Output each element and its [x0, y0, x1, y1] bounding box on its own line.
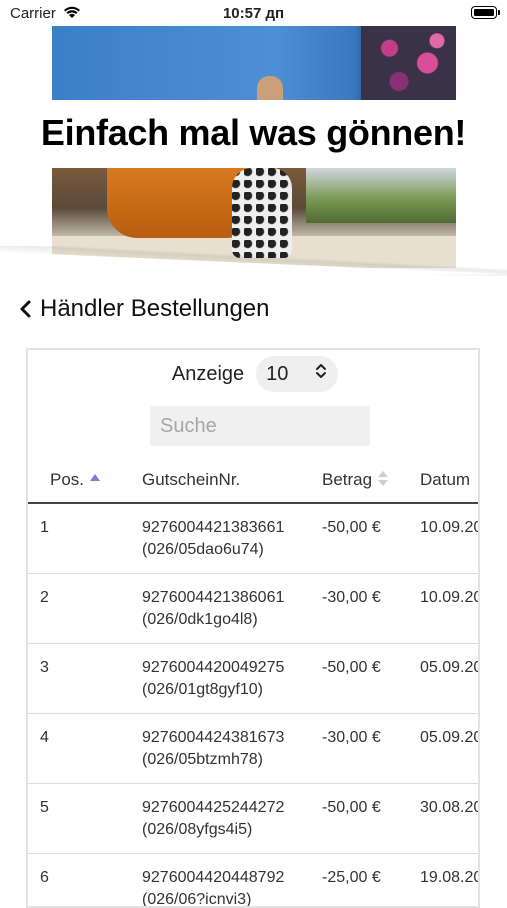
page-size-select[interactable]: 10: [256, 356, 338, 392]
back-button-label: Händler Bestellungen: [40, 295, 270, 323]
page-size-control: Anzeige 10: [28, 356, 480, 392]
cell-amount: -50,00 €: [322, 783, 420, 853]
column-header-voucher-number[interactable]: GutscheinNr.: [142, 458, 322, 503]
search-input[interactable]: [150, 406, 370, 446]
cell-pos: 5: [28, 783, 142, 853]
cell-date: 30.08.2023: [420, 783, 480, 853]
table-row[interactable]: 2 9276004421386061(026/0dk1go4l8) -30,00…: [28, 573, 480, 643]
cell-date: 10.09.2023: [420, 503, 480, 573]
cell-amount: -30,00 €: [322, 573, 420, 643]
table-row[interactable]: 5 9276004425244272(026/08yfgs4i5) -50,00…: [28, 783, 480, 853]
hero-title: Einfach mal was gönnen!: [0, 112, 507, 154]
flowers-decoration: [361, 26, 456, 100]
cell-pos: 4: [28, 713, 142, 783]
page-size-label: Anzeige: [172, 363, 244, 386]
column-header-voucher-number-label: GutscheinNr.: [142, 470, 240, 489]
cell-date: 05.09.2023: [420, 643, 480, 713]
column-header-date[interactable]: Datum: [420, 458, 480, 503]
orders-table-card: Anzeige 10 Pos. GutscheinNr. Betrag Datu…: [26, 348, 480, 908]
column-header-pos[interactable]: Pos.: [28, 458, 142, 503]
voucher-number: 9276004421386061: [142, 587, 322, 609]
voucher-code: (026/06?icnvi3): [142, 889, 322, 908]
cell-voucher-number: 9276004421386061(026/0dk1go4l8): [142, 573, 322, 643]
cell-voucher-number: 9276004420049275(026/01gt8gyf10): [142, 643, 322, 713]
table-row[interactable]: 4 9276004424381673(026/05btzmh78) -30,00…: [28, 713, 480, 783]
cell-pos: 3: [28, 643, 142, 713]
sort-ascending-icon: [90, 474, 100, 481]
column-header-pos-label: Pos.: [50, 470, 84, 489]
clock: 10:57 дп: [0, 5, 507, 22]
voucher-code: (026/01gt8gyf10): [142, 679, 322, 701]
trees-decoration: [306, 168, 456, 223]
voucher-number: 9276004420448792: [142, 867, 322, 889]
cell-date: 05.09.2023: [420, 713, 480, 783]
voucher-number: 9276004424381673: [142, 727, 322, 749]
table-header-row: Pos. GutscheinNr. Betrag Datum: [28, 458, 480, 503]
column-header-amount[interactable]: Betrag: [322, 458, 420, 503]
column-header-amount-label: Betrag: [322, 470, 372, 489]
table-row[interactable]: 1 9276004421383661(026/05dao6u74) -50,00…: [28, 503, 480, 573]
status-bar: Carrier 10:57 дп: [0, 0, 507, 28]
sort-icon: [378, 471, 388, 487]
cell-amount: -50,00 €: [322, 643, 420, 713]
voucher-code: (026/05btzmh78): [142, 749, 322, 771]
voucher-code: (026/0dk1go4l8): [142, 609, 322, 631]
cell-amount: -50,00 €: [322, 503, 420, 573]
orders-table: Pos. GutscheinNr. Betrag Datum 1 9276004…: [28, 458, 480, 908]
back-button[interactable]: Händler Bestellungen: [18, 294, 270, 324]
banner-divider: [0, 252, 507, 274]
voucher-code: (026/05dao6u74): [142, 539, 322, 561]
cell-voucher-number: 9276004425244272(026/08yfgs4i5): [142, 783, 322, 853]
voucher-number: 9276004425244272: [142, 797, 322, 819]
cell-voucher-number: 9276004424381673(026/05btzmh78): [142, 713, 322, 783]
table-row[interactable]: 3 9276004420049275(026/01gt8gyf10) -50,0…: [28, 643, 480, 713]
hero-image-top: [52, 26, 456, 100]
voucher-number: 9276004420049275: [142, 657, 322, 679]
voucher-number: 9276004421383661: [142, 517, 322, 539]
cell-voucher-number: 9276004421383661(026/05dao6u74): [142, 503, 322, 573]
cell-date: 10.09.2023: [420, 573, 480, 643]
column-header-date-label: Datum: [420, 470, 470, 489]
cell-pos: 2: [28, 573, 142, 643]
chevron-up-down-icon: [314, 362, 328, 386]
voucher-code: (026/08yfgs4i5): [142, 819, 322, 841]
person-decoration: [232, 168, 292, 258]
person-head-decoration: [257, 76, 283, 100]
battery-icon: [471, 6, 497, 19]
chevron-left-icon: [18, 299, 32, 319]
cell-pos: 1: [28, 503, 142, 573]
page-size-value: 10: [266, 363, 288, 386]
cell-amount: -30,00 €: [322, 713, 420, 783]
